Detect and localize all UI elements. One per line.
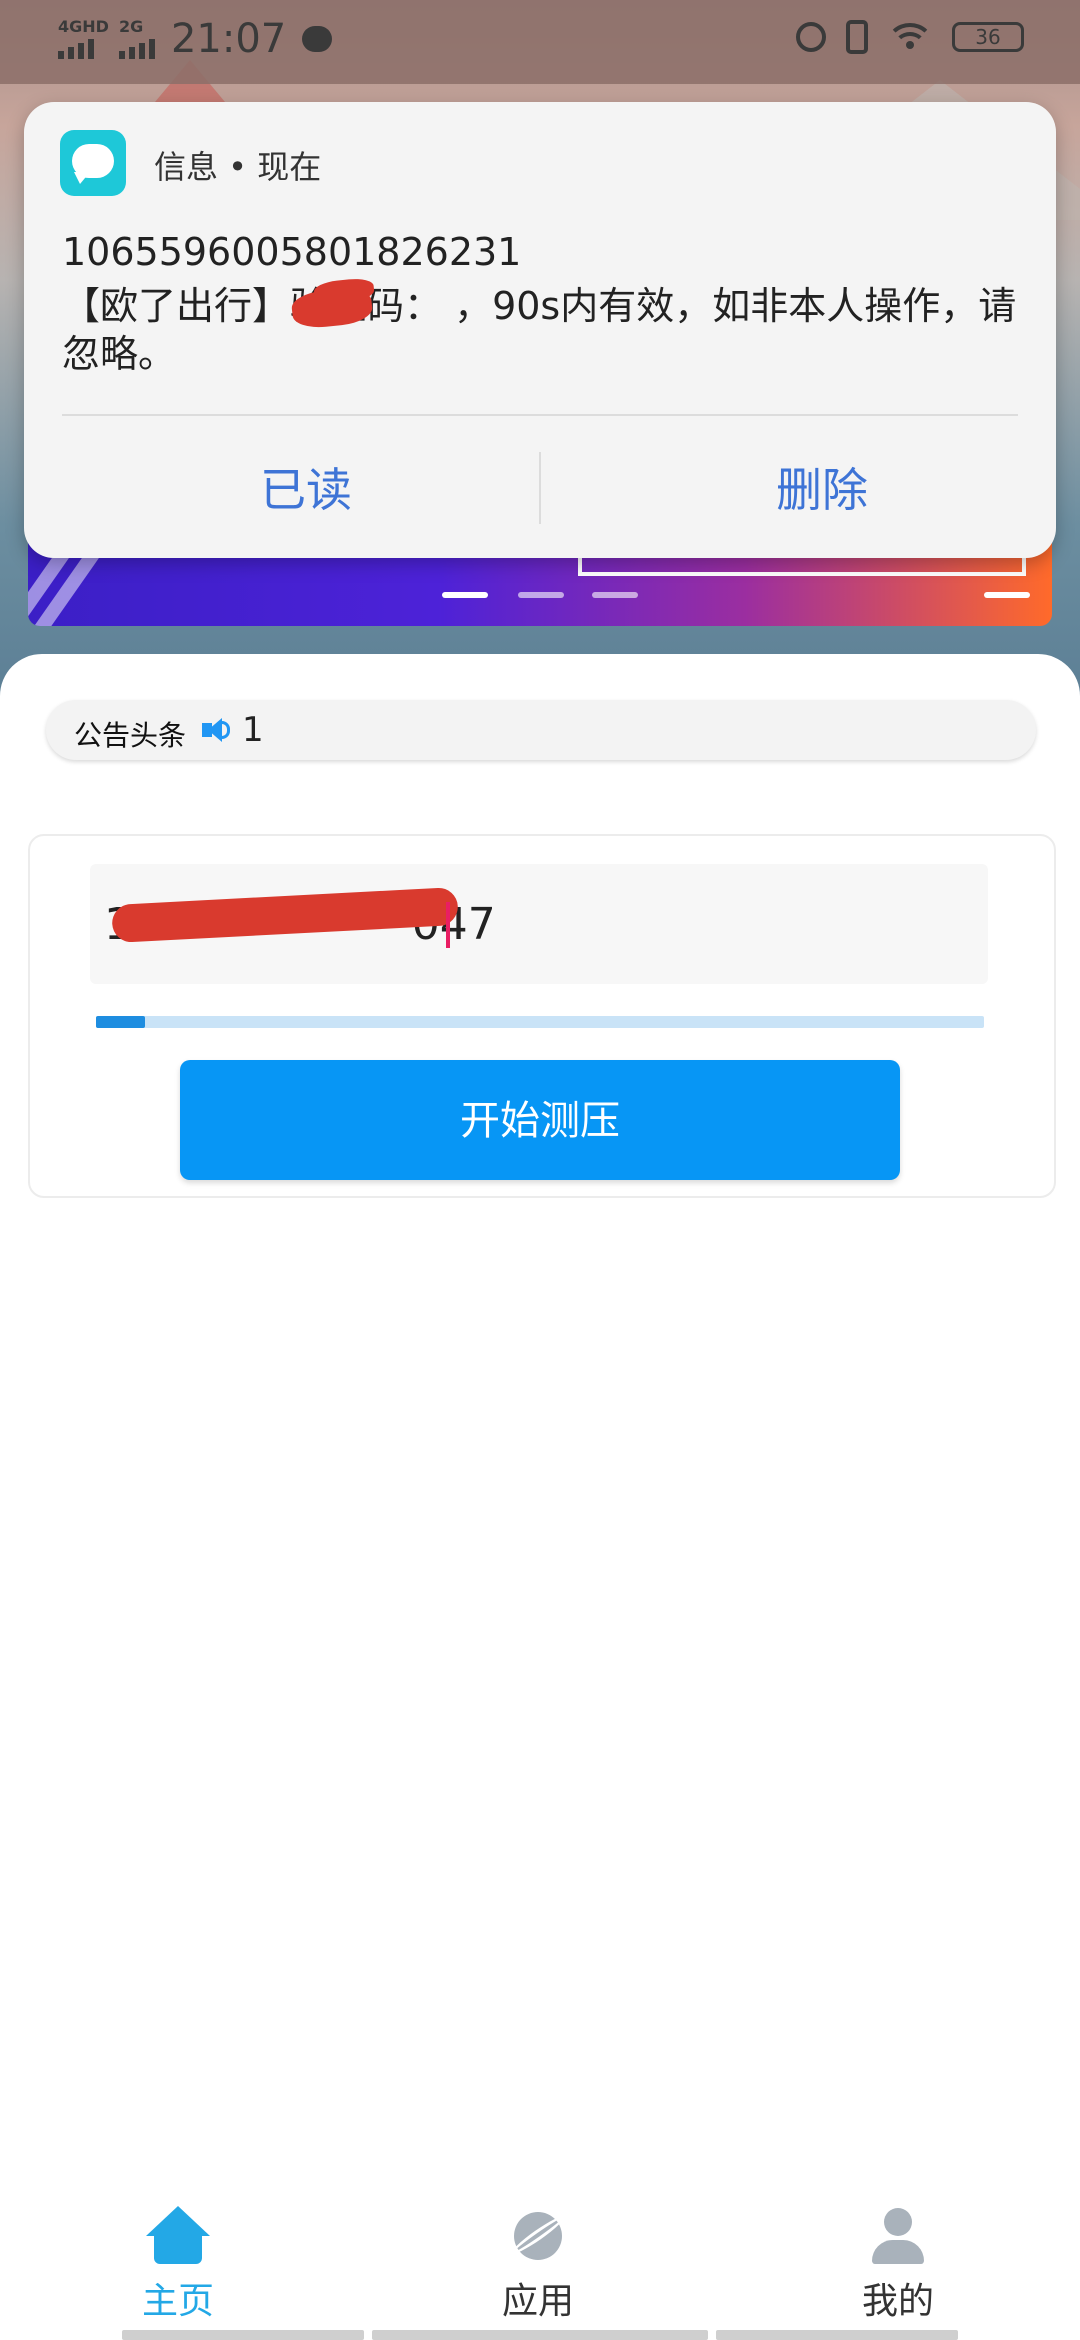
message-icon [302, 26, 333, 52]
progress-bar [96, 1016, 984, 1028]
network-type-label: 4GHD [58, 17, 109, 36]
tab-label: 我的 [861, 2281, 934, 2322]
signal-4g: 4GHD [58, 19, 109, 59]
notification-app-name: 信息 • 现在 [154, 148, 322, 186]
status-bar: 4GHD 2G 21:07 36 [0, 0, 1080, 84]
announcement-bar[interactable]: 公告头条 1 [46, 700, 1036, 760]
system-nav-bar [372, 2330, 708, 2340]
progress-fill [96, 1016, 145, 1028]
start-test-button[interactable]: 开始测压 [180, 1060, 900, 1180]
home-icon [146, 2206, 210, 2266]
status-left: 4GHD 2G 21:07 [58, 16, 333, 62]
text-cursor [446, 902, 450, 948]
clock: 21:07 [170, 16, 287, 62]
pager-dot[interactable] [518, 592, 564, 598]
tab-profile[interactable]: 我的 [798, 2206, 998, 2324]
pager-dot-active[interactable] [442, 592, 488, 598]
notification-sender: 1065596005801826231 [62, 230, 522, 274]
alarm-icon [796, 22, 826, 52]
pager-dot[interactable] [592, 592, 638, 598]
user-icon [868, 2206, 928, 2266]
delete-button[interactable]: 删除 [622, 454, 1022, 520]
wifi-icon [886, 21, 934, 53]
divider [62, 414, 1018, 416]
speaker-icon [202, 716, 232, 744]
system-nav-bar [122, 2330, 364, 2340]
sms-notification[interactable]: 信息 • 现在 1065596005801826231 【欧了出行】验证码： ，… [24, 102, 1056, 558]
tab-apps[interactable]: 应用 [438, 2206, 638, 2324]
notification-body: 【欧了出行】验证码： ，90s内有效，如非本人操作，请忽略。 [62, 284, 1017, 376]
announcement-count: 1 [242, 710, 264, 750]
battery-icon: 36 [952, 22, 1024, 52]
vibrate-icon [846, 20, 868, 54]
banner-pager[interactable] [28, 592, 1052, 602]
signal-bars-icon [118, 37, 155, 59]
status-right: 36 [796, 20, 1024, 54]
network-type-label: 2G [118, 17, 144, 36]
pager-dot[interactable] [984, 592, 1030, 598]
mark-read-button[interactable]: 已读 [106, 454, 506, 520]
planet-icon [508, 2206, 568, 2266]
tab-label: 主页 [141, 2281, 214, 2322]
signal-bars-icon [58, 37, 94, 59]
tab-label: 应用 [501, 2281, 574, 2322]
tab-home[interactable]: 主页 [78, 2206, 278, 2324]
divider [539, 452, 541, 524]
system-nav-bar [716, 2330, 958, 2340]
announcement-label: 公告头条 [74, 719, 187, 752]
signal-2g: 2G [118, 17, 155, 59]
messages-app-icon [60, 130, 126, 196]
